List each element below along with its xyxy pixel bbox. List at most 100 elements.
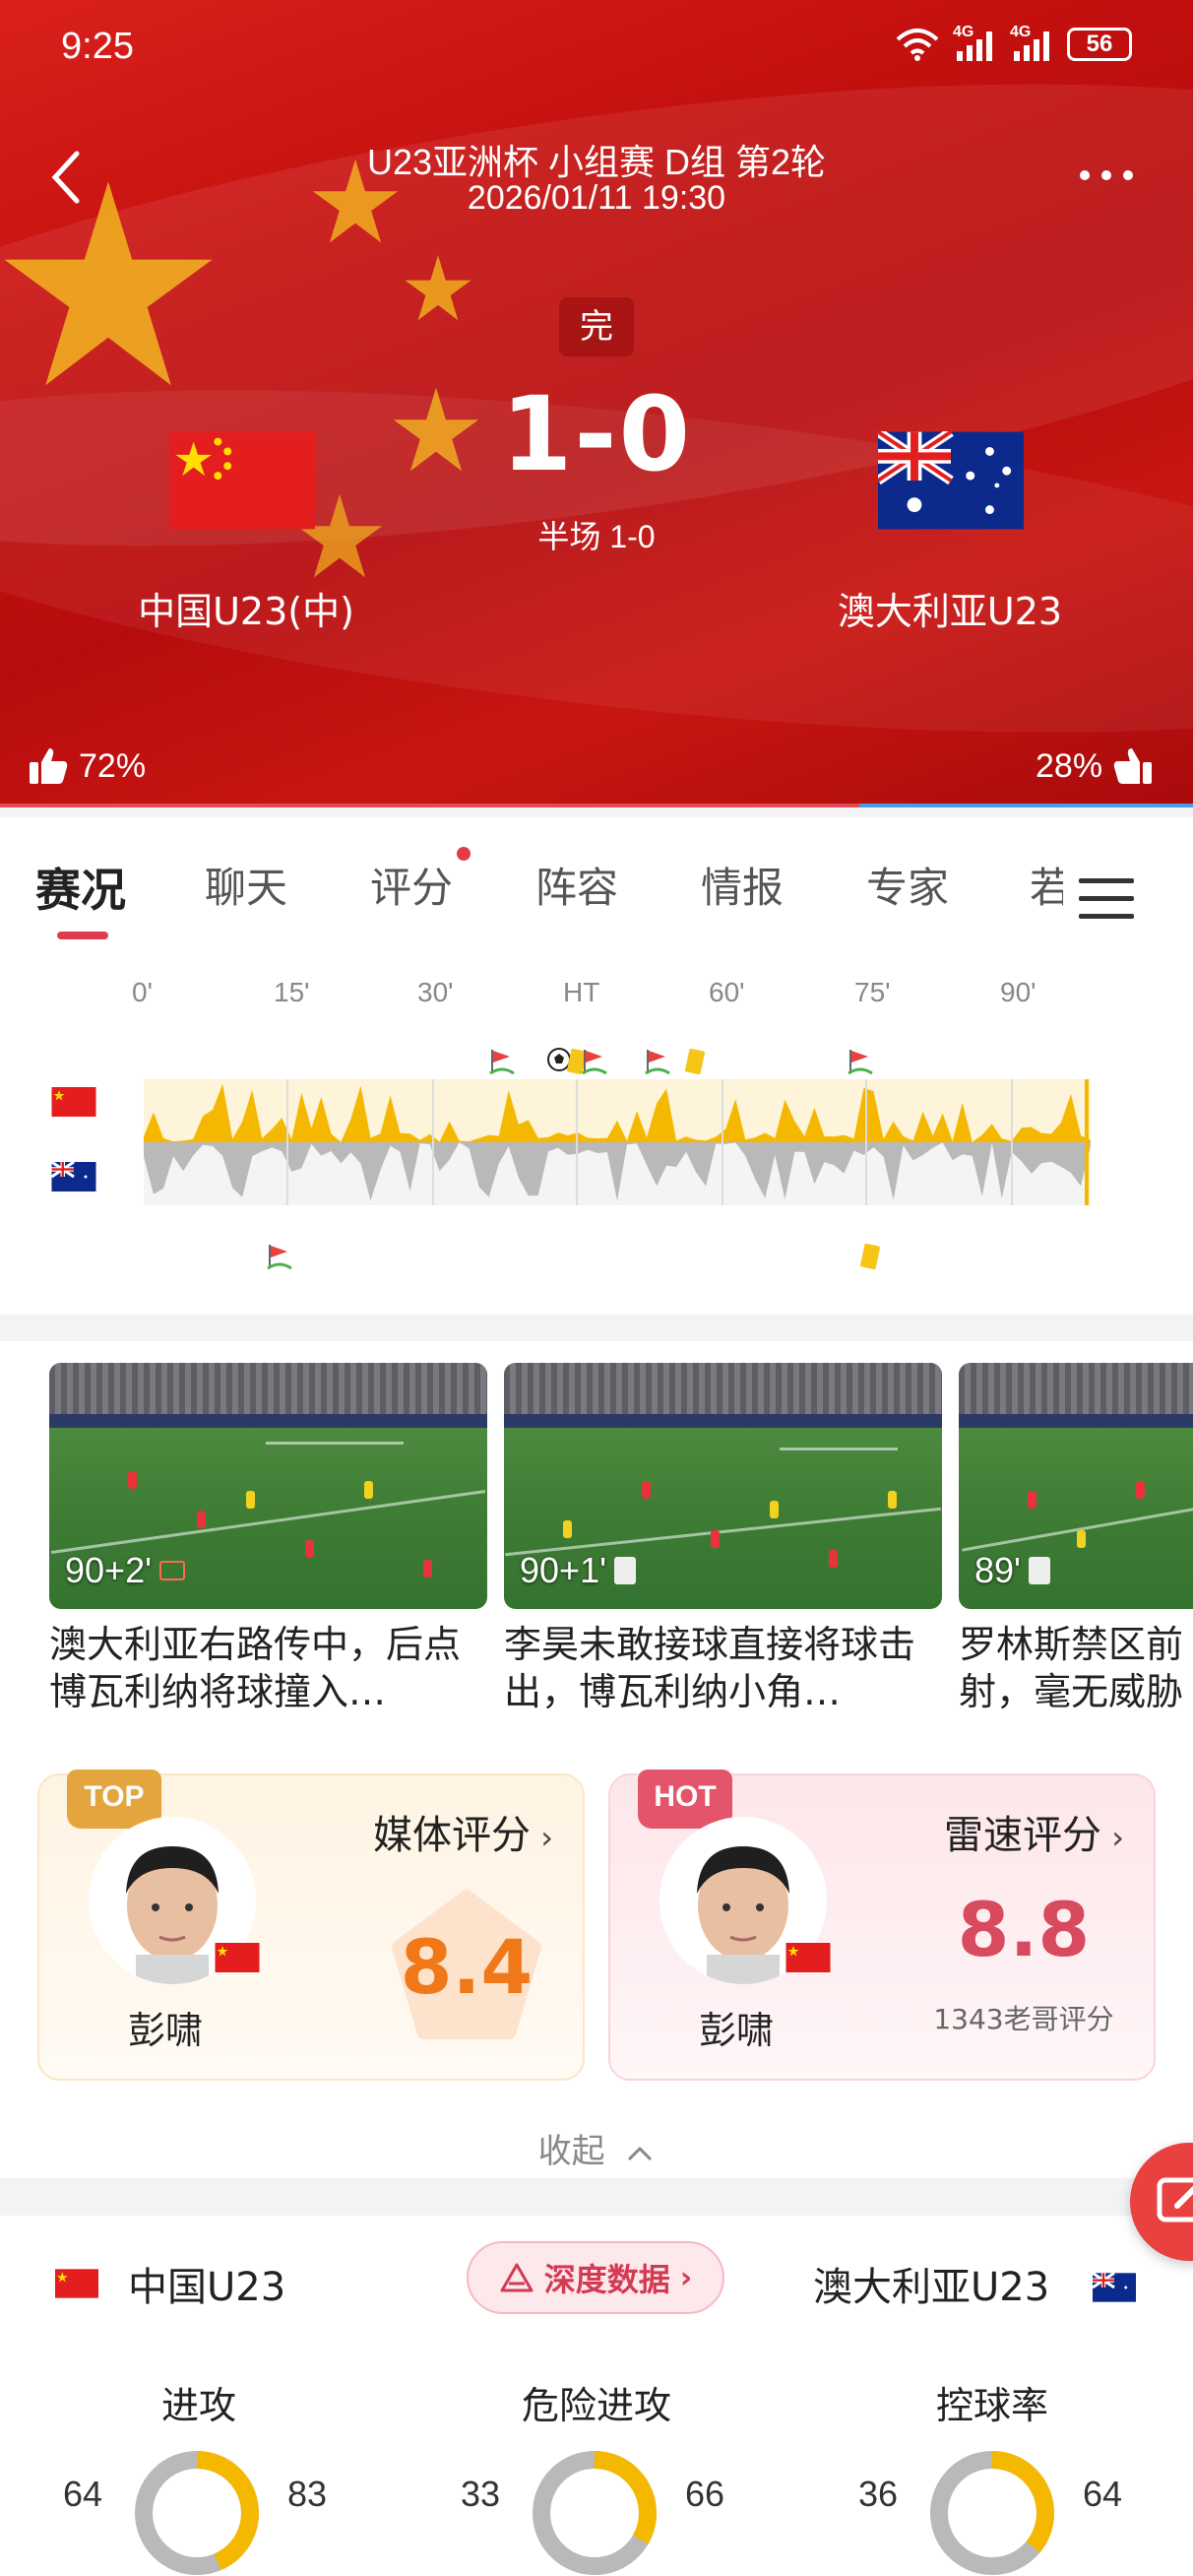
tab-chat[interactable]: 聊天 xyxy=(205,855,287,915)
player-name: 彭啸 xyxy=(699,2009,775,2052)
back-icon[interactable] xyxy=(47,148,87,207)
tab-intel[interactable]: 情报 xyxy=(701,855,784,915)
stat-donut xyxy=(533,2451,657,2575)
timeline-tick: HT xyxy=(563,977,600,1007)
stats-away-team: 澳大利亚U23 xyxy=(813,2265,1050,2310)
highlight-title: 澳大利亚右路传中，后点博瓦利纳将球撞入… xyxy=(49,1623,462,1713)
halftime-score: 半场 1-0 xyxy=(537,519,656,554)
team-stats-section: 中国U23 深度数据 › 澳大利亚U23 进攻 64 83 危险进攻 33 66 xyxy=(0,2216,1193,2576)
tab-bar: 赛况 聊天 评分 阵容 情报 专家 若 xyxy=(0,817,1193,965)
stat-home-value: 36 xyxy=(858,2474,899,2514)
fast-rating-score: 8.8 xyxy=(957,1886,1091,1973)
yellow-card-icon xyxy=(685,1048,705,1075)
thumbs-up-icon xyxy=(1113,748,1153,784)
highlight-time: 90+1' xyxy=(520,1550,606,1590)
highlight-title: 罗林斯禁区前射，毫无威胁 xyxy=(959,1623,1184,1713)
tab-live[interactable]: 赛况 xyxy=(35,855,126,920)
china-flag-icon xyxy=(169,431,315,530)
highlight-thumbnail: 89' xyxy=(959,1363,1193,1609)
stat-label: 危险进攻 xyxy=(521,2384,671,2427)
rating-count: 1343老哥评分 xyxy=(933,2003,1114,2035)
stat-donut xyxy=(930,2451,1054,2575)
corner-flag-icon xyxy=(489,1050,515,1075)
support-bar xyxy=(0,804,1193,807)
match-page: 9:25 4G 4G 56 U23亚洲杯 小组赛 D组 第2轮 2026/01/… xyxy=(0,0,1193,2576)
stat-away-value: 64 xyxy=(1083,2474,1123,2514)
timeline-tick: 75' xyxy=(854,977,891,1007)
status-icons: 4G 4G 56 xyxy=(896,24,1132,61)
stats-home-team: 中国U23 xyxy=(128,2265,286,2310)
home-vote-button[interactable]: 72% xyxy=(28,746,146,786)
stat-away-value: 66 xyxy=(685,2474,725,2514)
match-header: 9:25 4G 4G 56 U23亚洲杯 小组赛 D组 第2轮 2026/01/… xyxy=(0,0,1193,807)
ratings-section: TOP 彭啸 媒体评分 › 8.4 HOT 彭啸 雷速评分 › 8.8 1343… xyxy=(0,1740,1193,2178)
highlight-card[interactable]: 90+1' 李昊未敢接球直接将球击出，博瓦利纳小角… xyxy=(504,1363,942,1715)
note-icon xyxy=(1028,1557,1050,1584)
tab-lineup[interactable]: 阵容 xyxy=(535,855,618,915)
corner-flag-icon xyxy=(267,1245,292,1270)
video-icon xyxy=(158,1561,185,1580)
edit-icon xyxy=(1157,2177,1193,2222)
deep-data-button[interactable]: 深度数据 › xyxy=(467,2241,724,2314)
china-flag-icon xyxy=(55,2269,98,2298)
thumbs-up-icon xyxy=(30,748,68,784)
highlight-time: 89' xyxy=(974,1550,1021,1590)
status-time: 9:25 xyxy=(61,26,134,67)
fast-rating-card[interactable]: HOT 彭啸 雷速评分 › 8.8 1343老哥评分 xyxy=(608,1770,1156,2081)
menu-icon[interactable] xyxy=(1079,876,1134,922)
media-rating-card[interactable]: TOP 彭啸 媒体评分 › 8.4 xyxy=(37,1770,585,2081)
flag-star-icon xyxy=(4,181,213,386)
tab-experts[interactable]: 专家 xyxy=(866,855,949,915)
timeline-tick: 30' xyxy=(417,977,454,1007)
active-tab-indicator xyxy=(57,932,108,939)
stat-away-value: 83 xyxy=(287,2474,328,2514)
warning-triangle-icon xyxy=(500,2263,534,2292)
yellow-card-icon xyxy=(860,1243,880,1270)
timeline-tick: 15' xyxy=(274,977,310,1007)
battery-icon: 56 xyxy=(1067,28,1132,61)
timeline-tick: 90' xyxy=(1000,977,1036,1007)
highlight-card[interactable]: 90+2' 澳大利亚右路传中，后点博瓦利纳将球撞入… xyxy=(49,1363,487,1715)
home-support-fill xyxy=(0,804,859,807)
timeline-tick: 60' xyxy=(709,977,745,1007)
home-vote-percent: 72% xyxy=(79,746,147,785)
cell-signal-icon: 4G xyxy=(1010,24,1053,61)
note-icon xyxy=(613,1557,636,1584)
match-status-badge: 完 xyxy=(559,297,634,356)
stat-label: 进攻 xyxy=(160,2384,236,2427)
collapse-button[interactable]: 收起 xyxy=(0,2124,1193,2172)
home-team-name[interactable]: 中国U23(中) xyxy=(89,581,404,635)
player-name: 彭啸 xyxy=(128,2009,204,2052)
australia-flag-icon xyxy=(1093,2273,1136,2302)
highlight-card[interactable]: 89' 罗林斯禁区前射，毫无威胁 xyxy=(959,1363,1193,1715)
more-icon[interactable] xyxy=(1077,165,1136,185)
highlight-title: 李昊未敢接球直接将球击出，博瓦利纳小角… xyxy=(504,1623,916,1713)
corner-flag-icon xyxy=(848,1050,873,1075)
chevron-up-icon xyxy=(628,2146,653,2160)
tab-ratings[interactable]: 评分 xyxy=(370,855,453,915)
match-datetime: 2026/01/11 19:30 xyxy=(467,179,726,217)
flag-star-icon xyxy=(405,255,471,321)
corner-flag-icon xyxy=(582,1050,607,1075)
competition-title: U23亚洲杯 小组赛 D组 第2轮 xyxy=(366,142,827,182)
media-rating-score: 8.4 xyxy=(400,1923,534,2011)
highlight-thumbnail: 90+1' xyxy=(504,1363,942,1609)
highlight-thumbnail: 90+2' xyxy=(49,1363,487,1609)
cell-signal-icon: 4G xyxy=(953,24,996,61)
china-flag-icon xyxy=(215,1943,260,1972)
notification-dot xyxy=(457,847,471,861)
stat-home-value: 64 xyxy=(63,2474,103,2514)
highlight-time: 90+2' xyxy=(65,1550,152,1590)
goal-ball-icon xyxy=(547,1048,571,1071)
stat-home-value: 33 xyxy=(461,2474,501,2514)
stat-label: 控球率 xyxy=(935,2384,1048,2427)
stat-donut xyxy=(135,2451,259,2575)
fast-rating-title[interactable]: 雷速评分 › xyxy=(944,1803,1124,1860)
away-vote-percent: 28% xyxy=(1036,746,1103,785)
china-flag-icon xyxy=(785,1943,831,1972)
away-team-name[interactable]: 澳大利亚U23 xyxy=(787,581,1112,635)
media-rating-title[interactable]: 媒体评分 › xyxy=(373,1803,553,1860)
away-vote-button[interactable]: 28% xyxy=(1036,746,1154,786)
china-flag-icon xyxy=(51,1087,96,1117)
match-timeline: 0' 15' 30' HT 60' 75' 90' xyxy=(0,965,1193,1315)
